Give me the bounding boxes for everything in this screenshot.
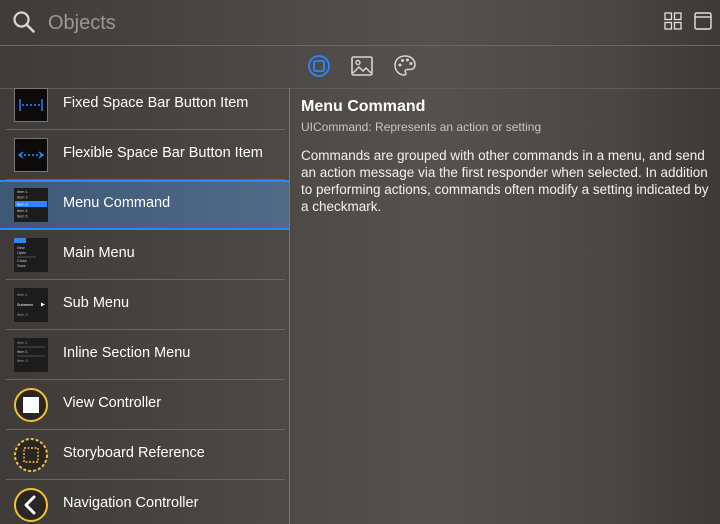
list-item-menu-command[interactable]: Item 1 Item 2 Item 3 Item 4 Item 5 Menu … <box>0 180 289 230</box>
color-palette-tab-icon[interactable] <box>393 54 417 78</box>
list-item-main-menu[interactable]: New Open Close Save Main Menu <box>0 230 289 280</box>
detail-description: Commands are grouped with other commands… <box>301 148 709 214</box>
detail-subtitle: UICommand: Represents an action or setti… <box>301 120 542 134</box>
fixed-space-thumbnail <box>14 88 48 122</box>
thumb-text: Close <box>17 259 27 263</box>
menu-command-thumbnail: Item 1 Item 2 Item 3 Item 4 Item 5 <box>14 188 48 222</box>
thumb-text: Item 1 <box>17 350 28 354</box>
detail-panel: Menu Command UICommand: Represents an ac… <box>301 98 711 215</box>
thumb-text: Item 2 <box>17 196 28 200</box>
library-tabs <box>0 46 720 89</box>
objects-tab-icon[interactable] <box>307 54 331 78</box>
list-item-label: Inline Section Menu <box>63 345 191 361</box>
list-item-view-controller[interactable]: View Controller <box>0 380 289 430</box>
thumb-text: Item 4 <box>17 209 28 213</box>
main-menu-thumbnail: New Open Close Save <box>14 238 48 272</box>
search-bar <box>0 0 720 46</box>
thumb-text: Item 1 <box>17 293 28 297</box>
list-item-inline-section-menu[interactable]: Item 1 Item 1 Item 3 Inline Section Menu <box>0 330 289 380</box>
storyboard-reference-icon <box>14 438 48 472</box>
list-item-storyboard-reference[interactable]: Storyboard Reference <box>0 430 289 480</box>
thumb-text: Item 3 <box>17 359 28 363</box>
navigation-controller-icon <box>14 488 48 522</box>
thumb-text: Item 1 <box>17 341 28 345</box>
list-item-label: Navigation Controller <box>63 495 199 511</box>
list-item-label: Fixed Space Bar Button Item <box>63 95 249 111</box>
list-item-sub-menu[interactable]: Item 1 Submenu Item 3 Sub Menu <box>0 280 289 330</box>
thumb-text: Save <box>17 264 26 268</box>
thumb-text: Item 3 <box>17 313 28 317</box>
sub-menu-thumbnail: Item 1 Submenu Item 3 <box>14 288 48 322</box>
list-item-label: View Controller <box>63 395 162 411</box>
list-item-label: Storyboard Reference <box>63 445 205 461</box>
thumb-text: Item 5 <box>17 215 28 219</box>
window-icon[interactable] <box>694 12 712 30</box>
list-item-navigation-controller[interactable]: Navigation Controller <box>0 480 289 524</box>
list-item-label: Main Menu <box>63 245 135 261</box>
inline-section-menu-thumbnail: Item 1 Item 1 Item 3 <box>14 338 48 372</box>
list-item-flexible-space[interactable]: Flexible Space Bar Button Item <box>0 130 289 180</box>
thumb-text: Open <box>17 251 26 255</box>
view-controller-icon <box>14 388 48 422</box>
flexible-space-thumbnail <box>14 138 48 172</box>
thumb-text: Submenu <box>17 303 33 307</box>
list-item-label: Sub Menu <box>63 295 130 311</box>
media-tab-icon[interactable] <box>350 54 374 78</box>
grid-view-icon[interactable] <box>664 12 682 30</box>
thumb-text: Item 3 <box>17 203 28 207</box>
detail-title: Menu Command <box>301 98 426 115</box>
thumb-text: Item 1 <box>17 190 28 194</box>
thumb-text: New <box>17 246 25 250</box>
list-item-label: Flexible Space Bar Button Item <box>63 145 263 161</box>
list-item-fixed-space[interactable]: Fixed Space Bar Button Item <box>0 88 289 130</box>
list-item-label: Menu Command <box>63 195 171 211</box>
search-icon <box>13 11 35 33</box>
search-input[interactable] <box>46 8 610 38</box>
object-list: Fixed Space Bar Button Item Flexible Spa… <box>0 88 290 524</box>
